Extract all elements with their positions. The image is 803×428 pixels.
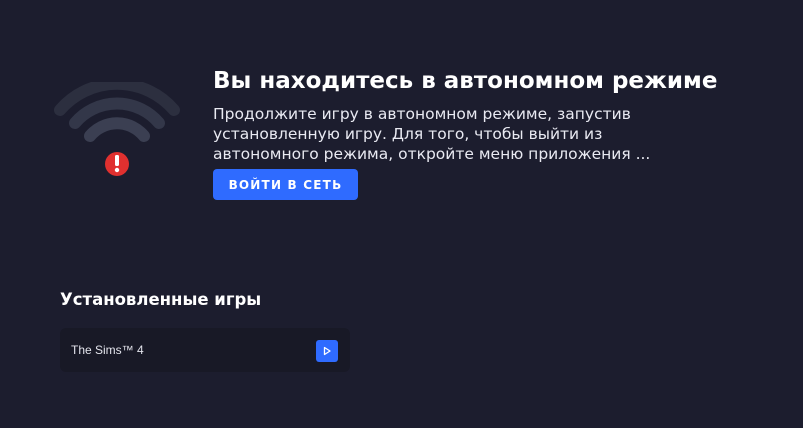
play-button[interactable] (316, 340, 338, 362)
go-online-button[interactable]: ВОЙТИ В СЕТЬ (213, 169, 358, 200)
offline-message: Вы находитесь в автономном режиме Продол… (213, 66, 773, 164)
play-icon (323, 346, 331, 356)
wifi-offline-icon (54, 82, 180, 176)
offline-description: Продолжите игру в автономном режиме, зап… (213, 105, 651, 163)
game-card-sims-4[interactable]: The Sims™ 4 (60, 328, 350, 372)
game-name: The Sims™ 4 (71, 343, 144, 357)
installed-games-title: Установленные игры (60, 290, 262, 309)
offline-title: Вы находитесь в автономном режиме (213, 68, 718, 94)
